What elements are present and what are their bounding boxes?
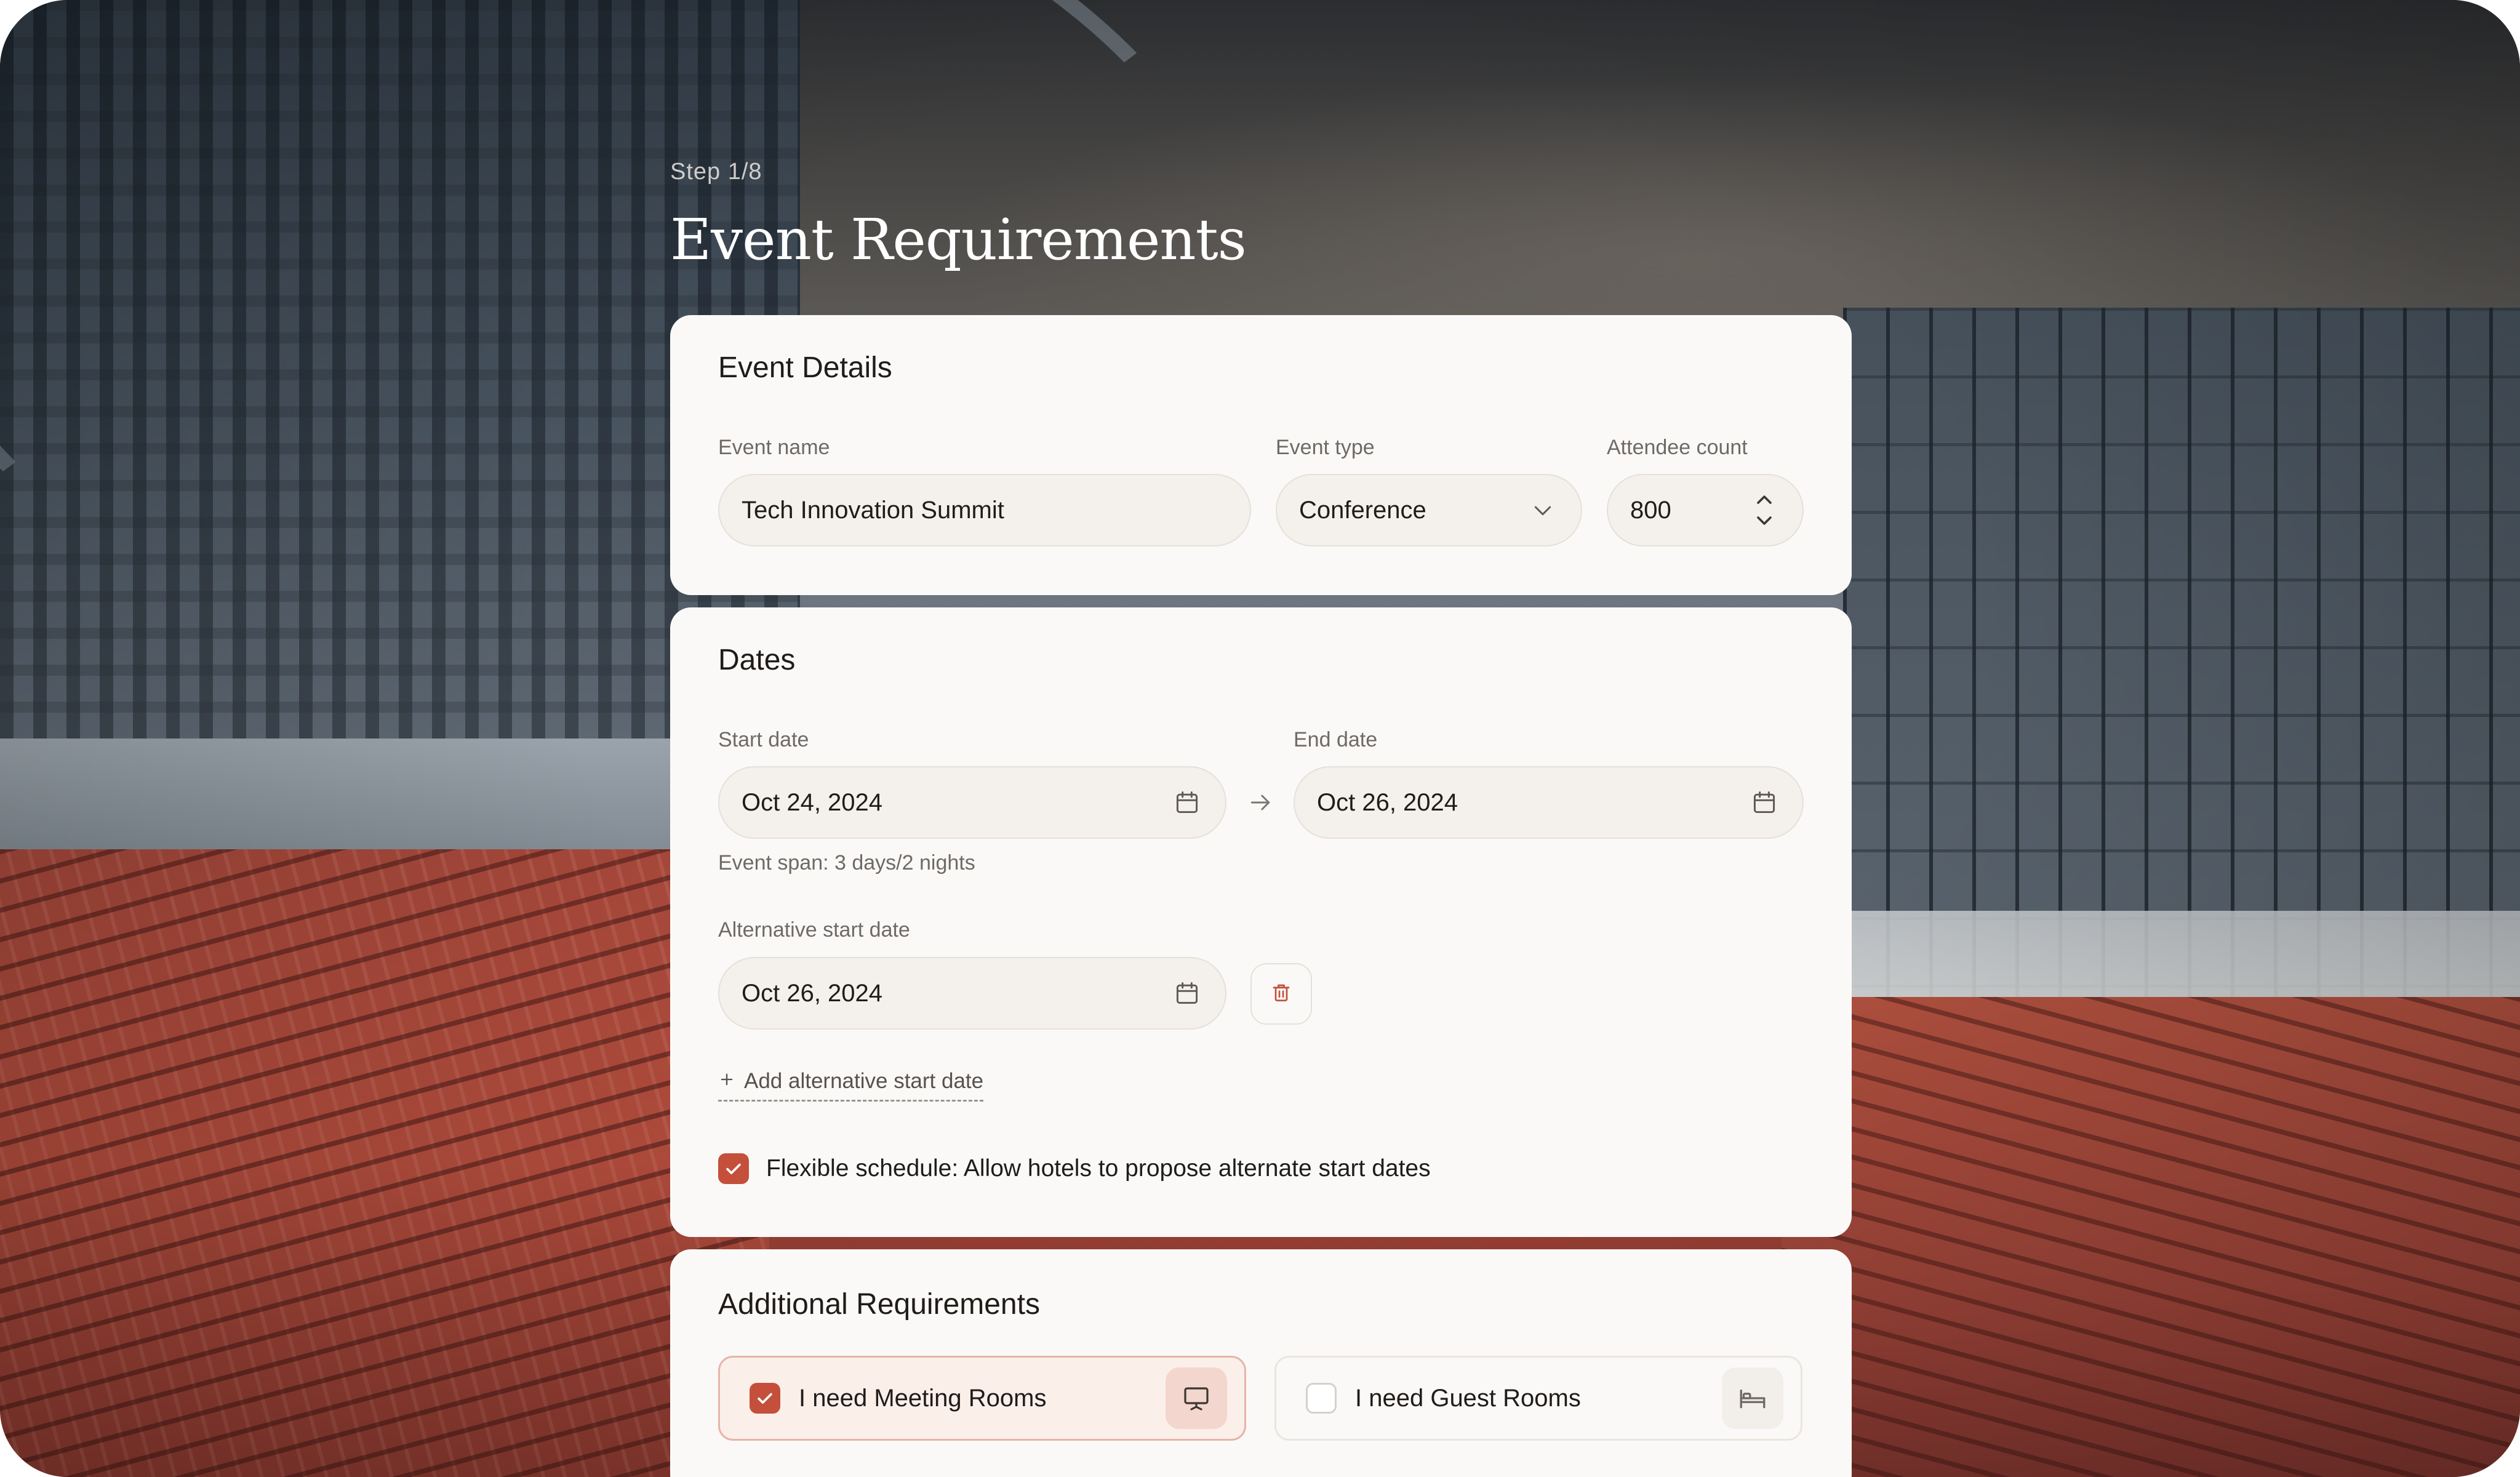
alternative-start-label: Alternative start date <box>718 918 910 942</box>
start-date-value: Oct 24, 2024 <box>742 788 883 816</box>
event-type-select[interactable]: Conference <box>1276 474 1582 546</box>
dates-card: Dates Start date Oct 24, 2024 End date O… <box>670 607 1852 1237</box>
page-title: Event Requirements <box>670 207 1247 273</box>
plus-icon <box>718 1069 735 1094</box>
flexible-schedule-label: Flexible schedule: Allow hotels to propo… <box>766 1155 1431 1182</box>
event-type-value: Conference <box>1299 496 1426 524</box>
meeting-rooms-option[interactable]: I need Meeting Rooms <box>718 1356 1246 1441</box>
additional-requirements-title: Additional Requirements <box>718 1288 1040 1321</box>
calendar-icon[interactable] <box>1748 787 1780 819</box>
calendar-icon[interactable] <box>1171 787 1203 819</box>
guest-rooms-checkbox[interactable] <box>1306 1383 1337 1414</box>
alternative-start-value: Oct 26, 2024 <box>742 979 883 1007</box>
event-name-label: Event name <box>718 436 830 459</box>
end-date-label: End date <box>1294 728 1378 751</box>
event-span-hint: Event span: 3 days/2 nights <box>718 851 975 875</box>
guest-rooms-label: I need Guest Rooms <box>1355 1384 1581 1412</box>
end-date-value: Oct 26, 2024 <box>1317 788 1458 816</box>
attendee-count-stepper[interactable]: 800 <box>1607 474 1804 546</box>
end-date-input[interactable]: Oct 26, 2024 <box>1294 766 1804 839</box>
event-name-value: Tech Innovation Summit <box>742 496 1004 524</box>
event-details-title: Event Details <box>718 351 892 384</box>
meeting-rooms-label: I need Meeting Rooms <box>799 1384 1047 1412</box>
event-type-label: Event type <box>1276 436 1375 459</box>
event-name-input[interactable]: Tech Innovation Summit <box>718 474 1251 546</box>
chevron-down-icon <box>1527 494 1559 526</box>
presentation-board-icon <box>1166 1367 1227 1429</box>
start-date-label: Start date <box>718 728 809 751</box>
add-alternative-date-link[interactable]: Add alternative start date <box>718 1069 984 1102</box>
dates-title: Dates <box>718 644 796 676</box>
calendar-icon[interactable] <box>1171 977 1203 1009</box>
additional-requirements-card: Additional Requirements I need Meeting R… <box>670 1249 1852 1477</box>
flexible-schedule-checkbox[interactable] <box>718 1153 749 1184</box>
add-alternative-date-label: Add alternative start date <box>744 1069 984 1093</box>
trash-icon <box>1270 982 1292 1007</box>
attendee-count-value: 800 <box>1630 496 1671 524</box>
stepper-icon[interactable] <box>1748 494 1780 526</box>
bed-icon <box>1722 1367 1783 1429</box>
alternative-start-input[interactable]: Oct 26, 2024 <box>718 957 1226 1030</box>
event-details-card: Event Details Event name Tech Innovation… <box>670 315 1852 595</box>
step-indicator: Step 1/8 <box>670 159 762 185</box>
flexible-schedule-option[interactable]: Flexible schedule: Allow hotels to propo… <box>718 1153 1431 1184</box>
delete-alternative-button[interactable] <box>1250 963 1312 1025</box>
guest-rooms-option[interactable]: I need Guest Rooms <box>1274 1356 1802 1441</box>
start-date-input[interactable]: Oct 24, 2024 <box>718 766 1226 839</box>
attendee-count-label: Attendee count <box>1607 436 1748 459</box>
meeting-rooms-checkbox[interactable] <box>750 1383 780 1414</box>
arrow-right-icon <box>1244 785 1278 820</box>
